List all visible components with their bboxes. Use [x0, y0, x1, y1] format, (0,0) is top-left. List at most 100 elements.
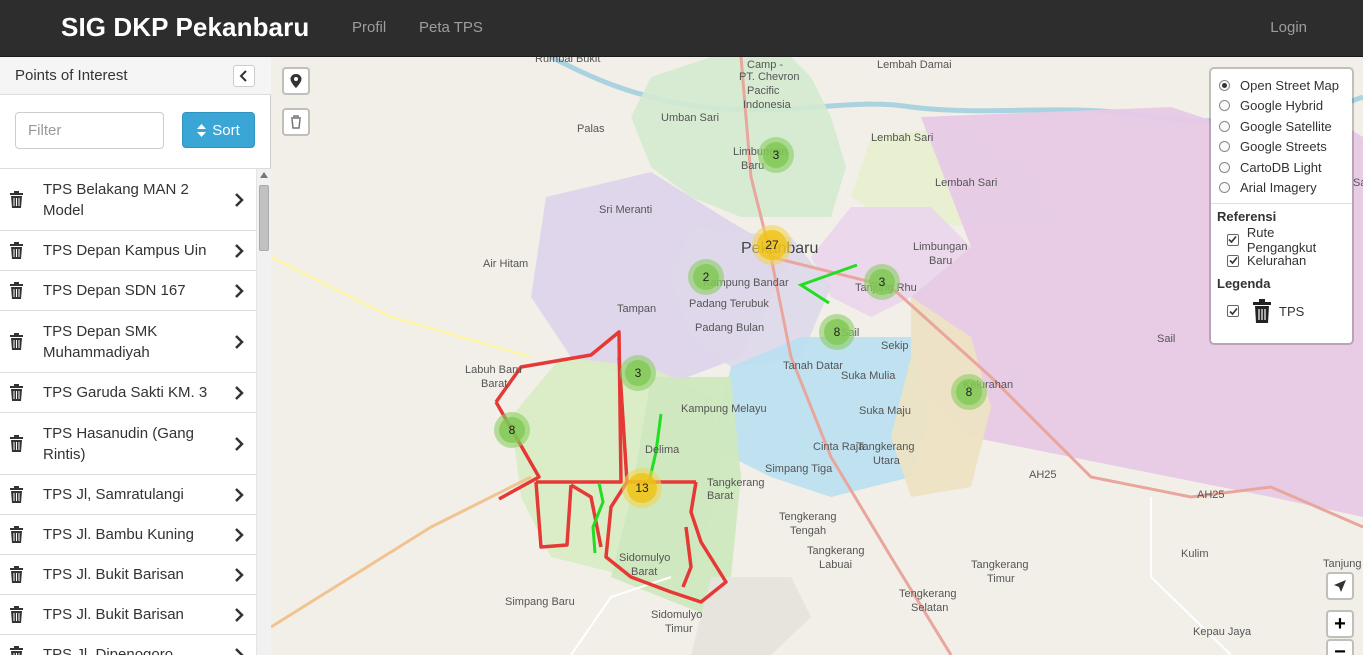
scroll-thumb[interactable]: [259, 185, 269, 251]
sort-icon: [197, 123, 207, 137]
trash-icon[interactable]: [10, 646, 23, 655]
list-item-label: TPS Depan SDN 167: [43, 282, 186, 299]
trash-icon[interactable]: [10, 333, 23, 350]
list-item-label: TPS Jl. Bukit Barisan: [43, 566, 184, 583]
place-label: Simpang Baru: [505, 596, 575, 608]
navigation-arrow-icon: [1334, 580, 1346, 592]
radio-button[interactable]: [1219, 120, 1230, 132]
trash-icon[interactable]: [10, 191, 23, 208]
radio-button[interactable]: [1219, 161, 1230, 173]
nav-login[interactable]: Login: [1270, 19, 1307, 36]
base-layer-option[interactable]: Open Street Map: [1217, 75, 1346, 96]
chevron-right-icon: [235, 192, 244, 207]
locate-button[interactable]: [1326, 572, 1354, 600]
list-item-label: TPS Hasanudin (Gang Rintis): [43, 424, 194, 463]
place-label: Tengkerang: [779, 511, 837, 523]
marker-cluster[interactable]: 8: [494, 412, 530, 448]
legend-item[interactable]: TPS: [1227, 296, 1346, 326]
list-item[interactable]: TPS Jl. Dipenogoro: [0, 635, 256, 655]
zoom-out-button[interactable]: −: [1326, 639, 1354, 655]
place-label: Sidomulyo: [651, 609, 703, 621]
delete-layers-button[interactable]: [282, 108, 310, 136]
navbar: SIG DKP Pekanbaru Profil Peta TPS Login: [0, 0, 1363, 57]
chevron-right-icon: [235, 527, 244, 542]
place-label: Delima: [645, 444, 680, 456]
list-item-label: TPS Jl, Samratulangi: [43, 486, 184, 503]
cluster-count: 27: [765, 238, 779, 252]
checkbox[interactable]: [1227, 305, 1239, 317]
cluster-count: 8: [508, 423, 516, 437]
nav-peta-tps[interactable]: Peta TPS: [419, 19, 483, 36]
base-layer-label: Open Street Map: [1240, 77, 1339, 93]
place-label: Labuh Baru: [465, 364, 522, 376]
overlay-label: Rute Pengangkut: [1246, 224, 1317, 255]
radio-button[interactable]: [1219, 79, 1230, 91]
base-layer-option[interactable]: CartoDB Light: [1217, 157, 1346, 178]
radio-button[interactable]: [1219, 100, 1230, 112]
overlay-option[interactable]: Rute Pengangkut: [1227, 225, 1346, 255]
trash-icon[interactable]: [10, 282, 23, 299]
base-layer-option[interactable]: Google Hybrid: [1217, 96, 1346, 117]
cluster-count: 8: [833, 325, 841, 339]
brand-title[interactable]: SIG DKP Pekanbaru: [61, 12, 309, 43]
list-item[interactable]: TPS Hasanudin (Gang Rintis): [0, 413, 256, 475]
marker-cluster[interactable]: 8: [819, 314, 855, 350]
checkbox[interactable]: [1227, 233, 1239, 246]
list-item[interactable]: TPS Jl. Bambu Kuning: [0, 515, 256, 555]
trash-icon[interactable]: [10, 526, 23, 543]
filter-input[interactable]: [15, 112, 164, 149]
cluster-count: 8: [965, 385, 973, 399]
sidebar-scrollbar[interactable]: [256, 169, 271, 655]
cluster-count: 2: [702, 270, 710, 284]
list-item[interactable]: TPS Garuda Sakti KM. 3: [0, 373, 256, 413]
map-view[interactable]: Rumbai Bukit Lembah Damai Camp - PT. Chevro…: [271, 57, 1363, 655]
place-label: Air Hitam: [483, 258, 529, 270]
marker-cluster[interactable]: 3: [758, 137, 794, 173]
marker-cluster[interactable]: 13: [622, 468, 662, 508]
list-item-label: TPS Jl. Bukit Barisan: [43, 606, 184, 623]
marker-cluster[interactable]: 3: [620, 355, 656, 391]
trash-icon[interactable]: [10, 384, 23, 401]
sidebar-collapse-button[interactable]: [233, 65, 255, 87]
place-label: Suka Maju: [859, 405, 911, 417]
trash-icon[interactable]: [10, 435, 23, 452]
base-layer-option[interactable]: Arial Imagery: [1217, 178, 1346, 199]
list-item[interactable]: TPS Depan SMK Muhammadiyah: [0, 311, 256, 373]
list-item[interactable]: TPS Jl. Bukit Barisan: [0, 595, 256, 635]
zoom-in-button[interactable]: +: [1326, 610, 1354, 638]
sidebar-tools: Sort: [0, 95, 271, 169]
marker-cluster[interactable]: 8: [951, 374, 987, 410]
sort-label: Sort: [212, 121, 240, 139]
draw-marker-button[interactable]: [282, 67, 310, 95]
base-layer-option[interactable]: Google Satellite: [1217, 116, 1346, 137]
marker-cluster[interactable]: 3: [864, 264, 900, 300]
sort-button[interactable]: Sort: [182, 112, 255, 148]
place-label: Barat: [481, 378, 508, 390]
radio-button[interactable]: [1219, 182, 1230, 194]
trash-icon[interactable]: [10, 242, 23, 259]
list-item[interactable]: TPS Depan Kampus Uin: [0, 231, 256, 271]
poi-list: TPS Belakang MAN 2 Model TPS Depan Kampus…: [0, 169, 256, 655]
scroll-up-icon[interactable]: [260, 172, 268, 178]
trash-icon[interactable]: [10, 606, 23, 623]
place-label: Camp -: [747, 59, 784, 71]
place-label: Lembah Sari: [871, 132, 934, 144]
list-item[interactable]: TPS Belakang MAN 2 Model: [0, 169, 256, 231]
place-label: Timur: [987, 573, 1015, 585]
legenda-title: Legenda: [1217, 276, 1271, 291]
list-item[interactable]: TPS Jl. Bukit Barisan: [0, 555, 256, 595]
list-item[interactable]: TPS Depan SDN 167: [0, 271, 256, 311]
place-label: Pacific: [747, 85, 780, 97]
marker-cluster[interactable]: 2: [688, 259, 724, 295]
legend-label: TPS: [1279, 303, 1305, 319]
base-layer-option[interactable]: Google Streets: [1217, 137, 1346, 158]
marker-cluster[interactable]: 27: [752, 225, 792, 265]
chevron-left-icon: [239, 70, 247, 82]
radio-button[interactable]: [1219, 141, 1230, 153]
list-item[interactable]: TPS Jl, Samratulangi: [0, 475, 256, 515]
trash-icon[interactable]: [10, 486, 23, 503]
checkbox[interactable]: [1227, 254, 1239, 267]
trash-icon[interactable]: [10, 566, 23, 583]
nav-profil[interactable]: Profil: [352, 19, 386, 36]
overlay-list: Rute Pengangkut Kelurahan: [1217, 225, 1346, 271]
